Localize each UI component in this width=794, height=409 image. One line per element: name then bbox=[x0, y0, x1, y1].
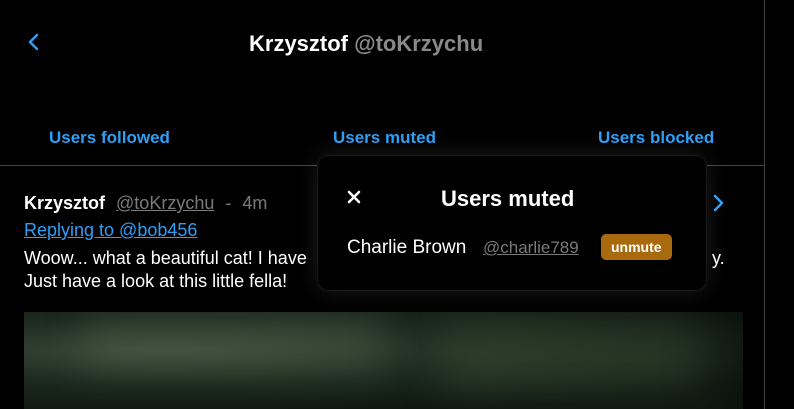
image-blur bbox=[84, 312, 384, 372]
profile-title: Krzysztof @toKrzychu bbox=[249, 31, 483, 57]
users-muted-modal: Users muted Charlie Brown @charlie789 un… bbox=[318, 156, 706, 290]
chevron-left-icon[interactable] bbox=[22, 30, 46, 54]
post-image[interactable] bbox=[24, 312, 743, 409]
post-author-name: Krzysztof bbox=[24, 193, 106, 213]
profile-handle: @toKrzychu bbox=[354, 31, 484, 56]
chevron-right-icon[interactable] bbox=[708, 193, 728, 213]
post-time: 4m bbox=[242, 193, 268, 213]
tab-users-blocked[interactable]: Users blocked bbox=[598, 128, 714, 148]
reply-link[interactable]: Replying to @bob456 bbox=[24, 220, 197, 241]
tab-users-muted[interactable]: Users muted bbox=[333, 128, 436, 148]
profile-name: Krzysztof bbox=[249, 31, 349, 56]
close-icon[interactable] bbox=[346, 189, 362, 205]
image-blur bbox=[444, 322, 704, 392]
muted-user-handle[interactable]: @charlie789 bbox=[483, 238, 579, 258]
post-text-line1: Woow... what a beautiful cat! I have bbox=[24, 248, 307, 268]
post-text-tail: y. bbox=[712, 248, 725, 268]
muted-user-row: Charlie Brown @charlie789 unmute bbox=[347, 234, 687, 260]
post-text-line2: Just have a look at this little fella! bbox=[24, 271, 288, 291]
unmute-button[interactable]: unmute bbox=[601, 234, 672, 260]
post-header: Krzysztof @toKrzychu - 4m bbox=[24, 193, 267, 214]
post-author-handle[interactable]: @toKrzychu bbox=[116, 193, 214, 213]
modal-title: Users muted bbox=[441, 186, 575, 211]
muted-user-name: Charlie Brown bbox=[347, 237, 467, 258]
post-separator: - bbox=[225, 193, 232, 213]
tab-users-followed[interactable]: Users followed bbox=[49, 128, 170, 148]
